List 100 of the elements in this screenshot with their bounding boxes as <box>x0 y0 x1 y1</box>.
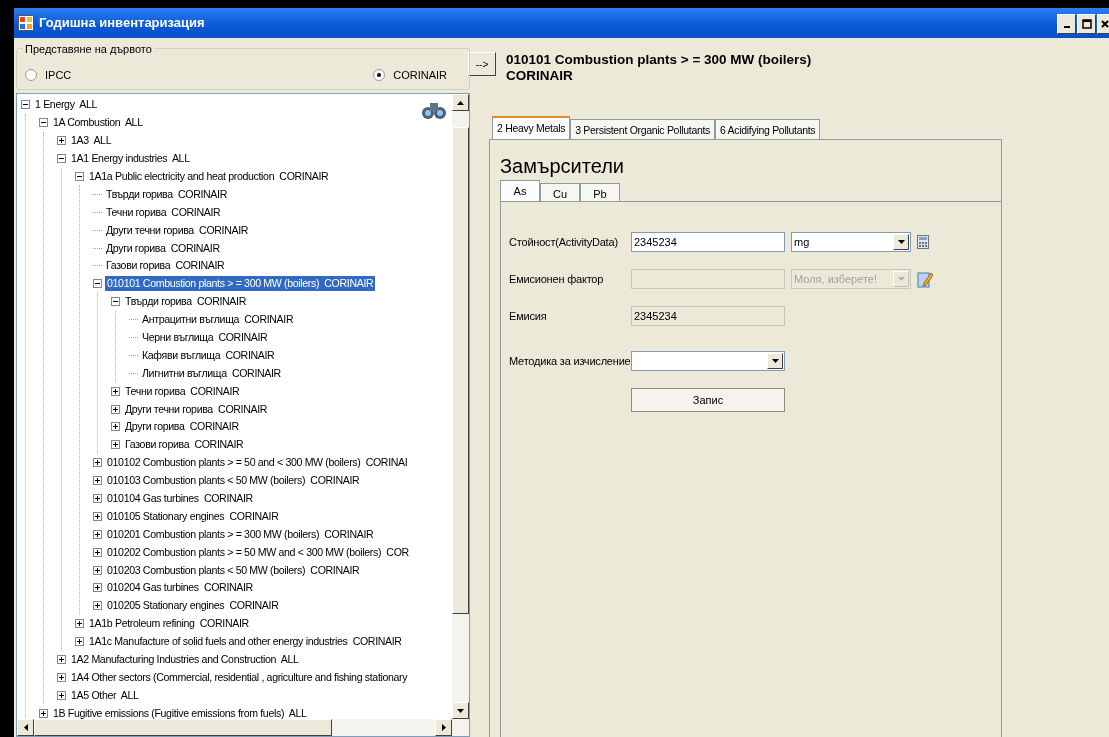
expand-icon[interactable] <box>93 494 102 504</box>
scrollbar-thumb[interactable] <box>34 719 332 736</box>
dropdown[interactable]: mg <box>791 232 911 252</box>
minimize-button[interactable] <box>1057 14 1076 34</box>
tree-item[interactable]: Други горива CORINAIR <box>104 240 222 256</box>
input-field[interactable]: 2345234 <box>631 232 785 252</box>
tree-item[interactable]: Газови горива CORINAIR <box>123 437 246 453</box>
tab[interactable]: 6 Acidifying Pollutants <box>715 119 821 139</box>
expand-icon[interactable] <box>93 583 102 593</box>
save-button[interactable]: Запис <box>631 388 785 412</box>
tree-item[interactable]: Твърди горива CORINAIR <box>104 186 229 202</box>
collapse-icon[interactable] <box>39 118 48 128</box>
scroll-up-button[interactable] <box>452 94 469 111</box>
tree-item[interactable]: 1A2 Manufacturing Industries and Construction ALL <box>69 652 301 668</box>
radio-button[interactable] <box>25 69 37 81</box>
panel-title: Замърсители <box>500 154 625 178</box>
expand-icon[interactable] <box>57 690 66 700</box>
radio-label: IPCC <box>45 67 72 83</box>
tree-item[interactable]: 1B Fugitive emissions (Fugitive emissions from fuels) ALL <box>51 705 309 719</box>
tree-item[interactable]: Черни въглища CORINAIR <box>140 330 270 345</box>
tree-item[interactable]: 010104 Gas turbines CORINAIR <box>105 491 255 507</box>
up-arrow-icon <box>457 100 464 105</box>
tree-item[interactable]: 1A1b Petroleum refining CORINAIR <box>87 616 251 632</box>
left-arrow-icon <box>23 724 28 731</box>
expand-icon[interactable] <box>75 619 84 629</box>
tree-item[interactable]: 010204 Gas turbines CORINAIR <box>105 580 255 596</box>
field-label: Емисионен фактор <box>508 271 605 287</box>
close-button[interactable] <box>1097 14 1109 34</box>
maximize-button[interactable] <box>1077 14 1096 34</box>
edit-icon[interactable] <box>917 270 933 288</box>
scroll-down-button[interactable] <box>452 702 469 719</box>
expand-icon[interactable] <box>39 708 48 718</box>
tree-item[interactable]: Твърди горива CORINAIR <box>123 294 248 310</box>
tree-item[interactable]: 1A3 ALL <box>69 133 114 149</box>
section-heading: 010101 Combustion plants > = 300 MW (boilers) CORINAIR <box>506 52 812 84</box>
tree-item[interactable]: 010103 Combustion plants < 50 MW (boilers) CORINAIR <box>105 473 362 489</box>
radio-label: CORINAIR <box>393 67 447 83</box>
expand-icon[interactable] <box>93 601 102 611</box>
close-icon <box>1101 20 1109 28</box>
tree-item[interactable]: Кафяви въглища CORINAIR <box>140 347 277 363</box>
tree-item[interactable]: 010102 Combustion plants > = 50 and < 300 MW (boilers) CORINAI <box>105 455 410 471</box>
expand-icon[interactable] <box>93 565 102 575</box>
tab[interactable]: 3 Persistent Organic Pollutants <box>570 119 716 139</box>
tab[interactable]: Cu <box>540 183 580 201</box>
expand-icon[interactable] <box>111 386 120 396</box>
tree-item[interactable]: 010105 Stationary engines CORINAIR <box>105 508 281 524</box>
expand-icon[interactable] <box>93 529 102 539</box>
horizontal-scrollbar[interactable] <box>17 719 469 736</box>
vertical-scrollbar[interactable] <box>452 94 469 719</box>
tree-item[interactable]: 1A1c Manufacture of solid fuels and other energy industries CORINAIR <box>87 634 404 650</box>
expand-icon[interactable] <box>57 655 66 665</box>
tree-item[interactable]: 010101 Combustion plants > = 300 MW (boilers) CORINAIR <box>105 276 376 292</box>
tree-item[interactable]: 010205 Stationary engines CORINAIR <box>105 598 281 614</box>
field-label: Стойност(ActivityData) <box>508 234 619 250</box>
expand-icon[interactable] <box>93 458 102 468</box>
expand-icon[interactable] <box>111 440 120 450</box>
collapse-icon[interactable] <box>111 297 120 307</box>
tree-item[interactable]: 010202 Combustion plants > = 50 MW and < 300 MW (boilers) COR <box>105 544 411 560</box>
tree-item[interactable]: 010203 Combustion plants < 50 MW (boilers) CORINAIR <box>105 562 362 578</box>
go-button[interactable]: --> <box>468 52 496 76</box>
tab[interactable]: 2 Heavy Metals <box>492 116 571 139</box>
tree-item[interactable]: 1A1a Public electricity and heat production CORINAIR <box>87 169 331 184</box>
tree-item[interactable]: 1A Combustion ALL <box>51 115 145 131</box>
tree-item[interactable]: 1A4 Other sectors (Commercial, residential , agriculture and fishing stationary <box>69 669 410 685</box>
expand-icon[interactable] <box>57 136 66 146</box>
down-arrow-icon <box>457 708 464 713</box>
tree-item[interactable]: Други течни горива CORINAIR <box>104 222 251 238</box>
tab[interactable]: Pb <box>580 183 620 201</box>
scroll-right-button[interactable] <box>435 719 452 736</box>
calculator-icon[interactable] <box>917 235 929 249</box>
tree-item[interactable]: Течни горива CORINAIR <box>104 204 223 220</box>
tree-item[interactable]: 1A1 Energy industries ALL <box>69 151 192 167</box>
dropdown[interactable] <box>631 351 785 371</box>
expand-icon[interactable] <box>93 547 102 557</box>
tree-item[interactable]: 1A5 Other ALL <box>69 687 141 703</box>
collapse-icon[interactable] <box>75 172 84 181</box>
scrollbar-thumb[interactable] <box>452 127 469 614</box>
expand-icon[interactable] <box>57 672 66 682</box>
collapse-icon[interactable] <box>93 279 102 289</box>
tree-item[interactable]: Газови горива CORINAIR <box>104 258 227 274</box>
tab[interactable]: As <box>500 180 540 201</box>
collapse-icon[interactable] <box>57 154 66 164</box>
expand-icon[interactable] <box>111 404 120 414</box>
expand-icon[interactable] <box>111 422 120 432</box>
expand-icon[interactable] <box>75 637 84 647</box>
maximize-icon <box>1081 19 1092 29</box>
tree-item[interactable]: Антрацитни въглища CORINAIR <box>140 312 296 328</box>
tree-item[interactable]: Лигнитни въглища CORINAIR <box>140 365 283 381</box>
tree-item[interactable]: 1 Energy ALL <box>33 97 99 113</box>
collapse-icon[interactable] <box>21 100 30 110</box>
radio-button[interactable] <box>373 69 386 81</box>
binoculars-icon[interactable] <box>421 100 447 120</box>
expand-icon[interactable] <box>93 476 102 486</box>
scroll-left-button[interactable] <box>17 719 34 736</box>
expand-icon[interactable] <box>93 511 102 521</box>
tree-item[interactable]: Други горива CORINAIR <box>123 419 241 435</box>
tree-item[interactable]: Течни горива CORINAIR <box>123 383 242 399</box>
tree-item[interactable]: Други течни горива CORINAIR <box>123 401 270 417</box>
right-arrow-icon <box>441 724 446 731</box>
tree-item[interactable]: 010201 Combustion plants > = 300 MW (boilers) CORINAIR <box>105 526 376 542</box>
